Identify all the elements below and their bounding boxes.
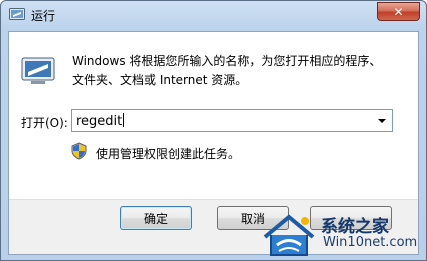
admin-privilege-note: 使用管理权限创建此任务。: [96, 147, 241, 161]
uac-shield-icon: [71, 142, 87, 160]
watermark-subtitle: Win10net.com: [323, 235, 418, 250]
close-button[interactable]: ✕: [377, 2, 420, 21]
run-app-icon: [9, 8, 25, 20]
open-input[interactable]: regedit: [76, 113, 125, 129]
window-title: 运行: [31, 9, 56, 23]
close-icon: ✕: [393, 4, 404, 19]
open-input-value: regedit: [76, 114, 123, 129]
ok-button[interactable]: 确定: [120, 206, 192, 230]
open-label: 打开(O):: [21, 116, 68, 130]
open-combobox[interactable]: regedit: [71, 109, 393, 132]
dialog-description: Windows 将根据您所输入的名称，为您打开相应的程序、文件夹、文档或 Int…: [72, 54, 382, 87]
title-bar[interactable]: 运行 ✕: [1, 1, 426, 31]
text-caret: [123, 113, 125, 127]
watermark-title: 系统之家: [321, 217, 389, 237]
house-logo-icon: [263, 214, 315, 256]
watermark-logo: 系统之家 Win10net.com: [259, 211, 424, 259]
chevron-down-icon[interactable]: [375, 113, 389, 128]
run-dialog-icon: [21, 57, 55, 84]
run-dialog-window: 运行 ✕ Windows 将根据您所输入的名称，为您打开相应的程序、文件夹、文档…: [0, 0, 427, 261]
